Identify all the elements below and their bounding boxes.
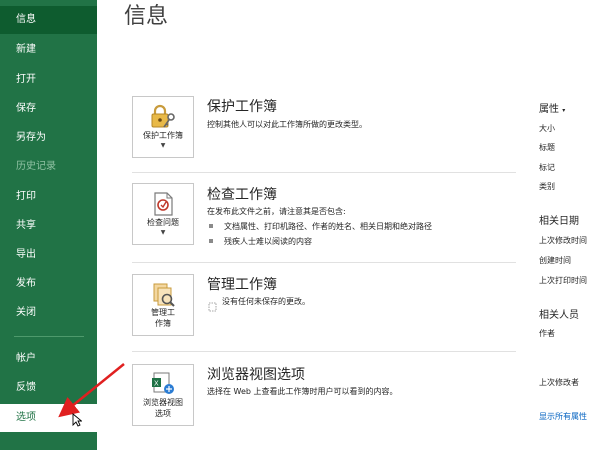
mouse-cursor-icon [72,412,83,431]
annotation-arrow [58,363,125,418]
